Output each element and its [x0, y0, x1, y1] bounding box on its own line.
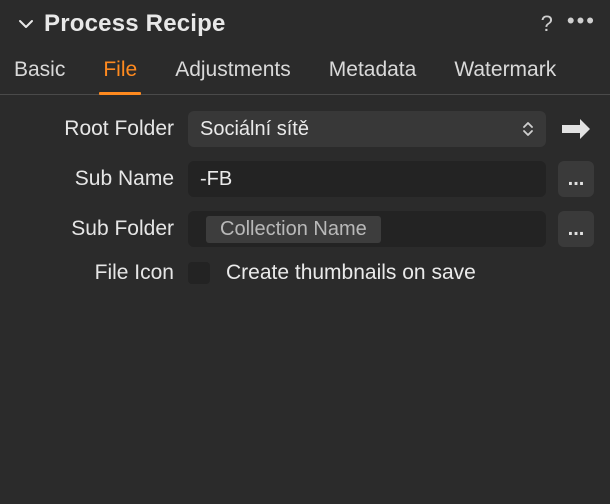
row-sub-folder: Sub Folder Collection Name ... — [16, 211, 594, 247]
create-thumbnails-checkbox[interactable] — [188, 262, 210, 284]
sub-name-label: Sub Name — [16, 167, 174, 191]
sub-folder-more-button[interactable]: ... — [558, 211, 594, 247]
stepper-icon — [522, 120, 534, 138]
root-folder-select[interactable]: Sociální sítě — [188, 111, 546, 147]
panel-title: Process Recipe — [44, 10, 541, 38]
sub-folder-label: Sub Folder — [16, 217, 174, 241]
tab-watermark[interactable]: Watermark — [454, 48, 556, 94]
create-thumbnails-label: Create thumbnails on save — [226, 261, 476, 285]
go-to-folder-icon[interactable] — [558, 111, 594, 147]
form-body: Root Folder Sociální sítě — [0, 95, 610, 285]
panel-menu-icon[interactable]: ••• — [567, 8, 596, 34]
row-file-icon: File Icon Create thumbnails on save — [16, 261, 594, 285]
process-recipe-panel: Process Recipe ? ••• Basic File Adjustme… — [0, 0, 610, 504]
sub-folder-token: Collection Name — [206, 216, 381, 243]
sub-name-input[interactable]: -FB — [188, 161, 546, 197]
row-sub-name: Sub Name -FB ... — [16, 161, 594, 197]
sub-folder-input[interactable]: Collection Name — [188, 211, 546, 247]
root-folder-value: Sociální sítě — [200, 118, 522, 141]
help-icon[interactable]: ? — [541, 11, 553, 37]
tab-metadata[interactable]: Metadata — [329, 48, 417, 94]
tab-file[interactable]: File — [103, 48, 137, 94]
header-actions: ? ••• — [541, 11, 596, 37]
row-root-folder: Root Folder Sociální sítě — [16, 111, 594, 147]
root-folder-label: Root Folder — [16, 117, 174, 141]
sub-name-more-button[interactable]: ... — [558, 161, 594, 197]
tab-adjustments[interactable]: Adjustments — [175, 48, 291, 94]
panel-header: Process Recipe ? ••• — [0, 0, 610, 48]
tab-bar: Basic File Adjustments Metadata Watermar… — [0, 48, 610, 95]
collapse-toggle[interactable] — [14, 16, 38, 32]
sub-name-value: -FB — [200, 168, 232, 191]
tab-basic[interactable]: Basic — [14, 48, 65, 94]
file-icon-label: File Icon — [16, 261, 174, 285]
